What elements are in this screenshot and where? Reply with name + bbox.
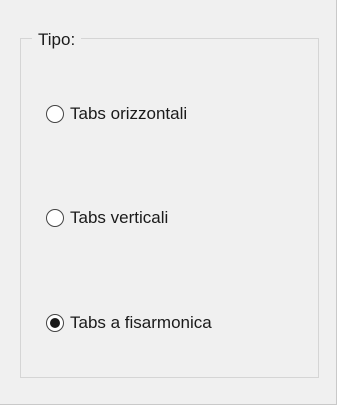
radio-label[interactable]: Tabs verticali bbox=[70, 208, 168, 228]
radio-label[interactable]: Tabs a fisarmonica bbox=[70, 313, 212, 333]
radio-button-icon[interactable] bbox=[46, 209, 64, 227]
radio-tabs-verticali[interactable]: Tabs verticali bbox=[46, 205, 168, 231]
radio-tabs-a-fisarmonica[interactable]: Tabs a fisarmonica bbox=[46, 310, 212, 336]
radio-tabs-orizzontali[interactable]: Tabs orizzontali bbox=[46, 101, 187, 127]
panel-left-edge bbox=[0, 0, 3, 404]
radio-label[interactable]: Tabs orizzontali bbox=[70, 104, 187, 124]
radio-button-selected-icon[interactable] bbox=[46, 314, 64, 332]
radio-button-icon[interactable] bbox=[46, 105, 64, 123]
dialog-panel: Tipo: Tabs orizzontali Tabs verticali Ta… bbox=[0, 0, 337, 405]
groupbox-title: Tipo: bbox=[32, 31, 82, 49]
